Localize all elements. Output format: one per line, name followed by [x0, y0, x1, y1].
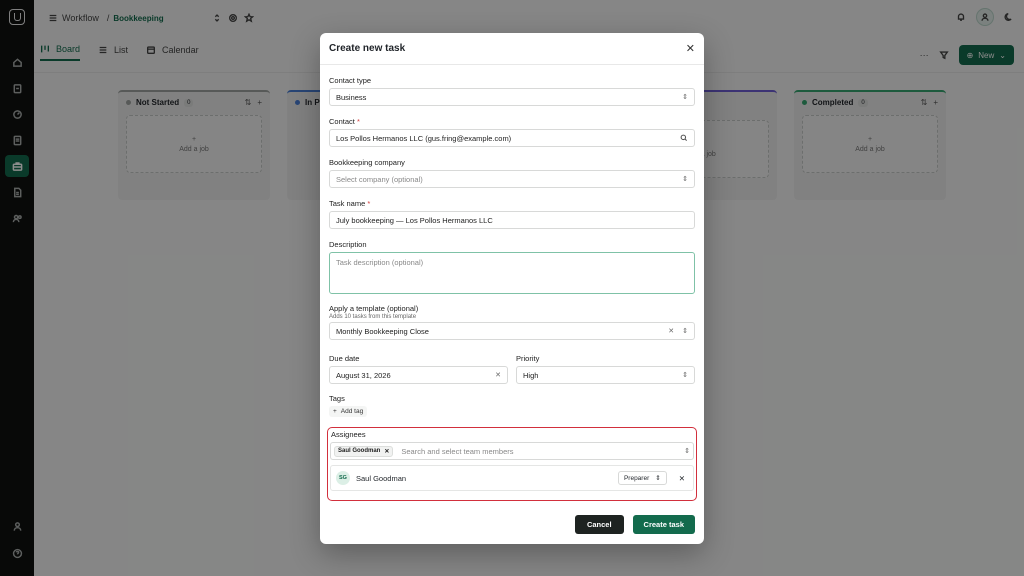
template-label: Apply a template (optional): [329, 304, 419, 313]
contact-type-value: Business: [336, 92, 367, 102]
create-task-modal: Create new task ✕ Contact type Business …: [320, 33, 704, 544]
search-icon: [680, 134, 688, 142]
modal-header: Create new task ✕: [320, 33, 704, 65]
company-field: Bookkeeping company Select company (opti…: [329, 158, 695, 188]
contact-search-input[interactable]: Los Pollos Hermanos LLC (gus.fring@examp…: [329, 129, 695, 147]
description-field: Description Task description (optional): [329, 240, 695, 294]
role-select[interactable]: Preparer ⇕: [617, 471, 667, 485]
tags-label: Tags: [329, 394, 345, 403]
assignee-chip-label: Saul Goodman: [338, 448, 381, 454]
add-tag-label: Add tag: [340, 408, 364, 415]
assignees-label: Assignees: [331, 430, 366, 439]
due-date-input[interactable]: August 31, 2026 ✕: [329, 366, 508, 384]
remove-icon[interactable]: ✕: [384, 448, 389, 455]
template-field: Apply a template (optional) Adds 10 task…: [329, 304, 695, 340]
assignees-placeholder: Search and select team members: [401, 446, 514, 456]
priority-field: Priority High ⇕: [516, 354, 695, 384]
company-label: Bookkeeping company: [329, 158, 405, 167]
description-textarea[interactable]: Task description (optional): [329, 252, 695, 294]
contact-label: Contact *: [329, 117, 360, 126]
due-date-value: August 31, 2026: [336, 370, 391, 380]
task-name-value: July bookkeeping — Los Pollos Hermanos L…: [336, 215, 493, 225]
contact-type-field: Contact type Business ⇕: [329, 76, 695, 106]
company-select[interactable]: Select company (optional) ⇕: [329, 170, 695, 188]
template-hint: Adds 10 tasks from this template: [329, 314, 417, 320]
priority-value: High: [523, 370, 539, 380]
contact-value: Los Pollos Hermanos LLC (gus.fring@examp…: [336, 133, 512, 143]
template-select[interactable]: Monthly Bookkeeping Close ✕ ⇕: [329, 322, 695, 340]
due-date-label: Due date: [329, 354, 360, 363]
priority-label: Priority: [516, 354, 540, 363]
contact-field: Contact * Los Pollos Hermanos LLC (gus.f…: [329, 117, 695, 147]
modal-footer: Cancel Create task: [574, 515, 695, 534]
selector-icon: ⇕: [682, 176, 688, 183]
task-name-input[interactable]: July bookkeeping — Los Pollos Hermanos L…: [329, 211, 695, 229]
clear-icon[interactable]: ✕: [495, 371, 501, 379]
due-date-field: Due date August 31, 2026 ✕: [329, 354, 508, 384]
cancel-button[interactable]: Cancel: [574, 515, 624, 534]
selector-icon: ⇕: [682, 372, 688, 379]
description-label: Description: [329, 240, 367, 249]
tags-field: Tags + Add tag: [329, 394, 695, 417]
template-value: Monthly Bookkeeping Close: [336, 326, 429, 336]
assignee-name: Saul Goodman: [356, 473, 407, 483]
selector-icon: ⇕: [682, 94, 688, 101]
assignee-row: SG Saul Goodman Preparer ⇕ ✕: [330, 465, 694, 491]
modal-title: Create new task: [329, 43, 406, 54]
selector-icon: ⇕: [682, 328, 688, 335]
company-placeholder: Select company (optional): [336, 174, 423, 184]
avatar: SG: [336, 471, 350, 485]
create-task-button[interactable]: Create task: [632, 515, 695, 534]
add-tag-button[interactable]: + Add tag: [329, 406, 368, 417]
close-icon[interactable]: ✕: [686, 42, 695, 55]
assignees-search-input[interactable]: Saul Goodman ✕ Search and select team me…: [330, 442, 694, 460]
remove-icon[interactable]: ✕: [679, 474, 685, 483]
contact-type-select[interactable]: Business ⇕: [329, 88, 695, 106]
selector-icon: ⇕: [684, 448, 690, 455]
role-value: Preparer: [623, 474, 650, 482]
plus-icon: +: [333, 408, 337, 415]
assignee-chip[interactable]: Saul Goodman ✕: [334, 445, 394, 457]
selector-icon: ⇕: [655, 475, 661, 482]
task-name-label: Task name *: [329, 199, 371, 208]
task-name-field: Task name * July bookkeeping — Los Pollo…: [329, 199, 695, 229]
clear-icon[interactable]: ✕: [668, 327, 674, 335]
contact-type-label: Contact type: [329, 76, 372, 85]
priority-select[interactable]: High ⇕: [516, 366, 695, 384]
assignees-section: Assignees Saul Goodman ✕ Search and sele…: [327, 427, 697, 501]
